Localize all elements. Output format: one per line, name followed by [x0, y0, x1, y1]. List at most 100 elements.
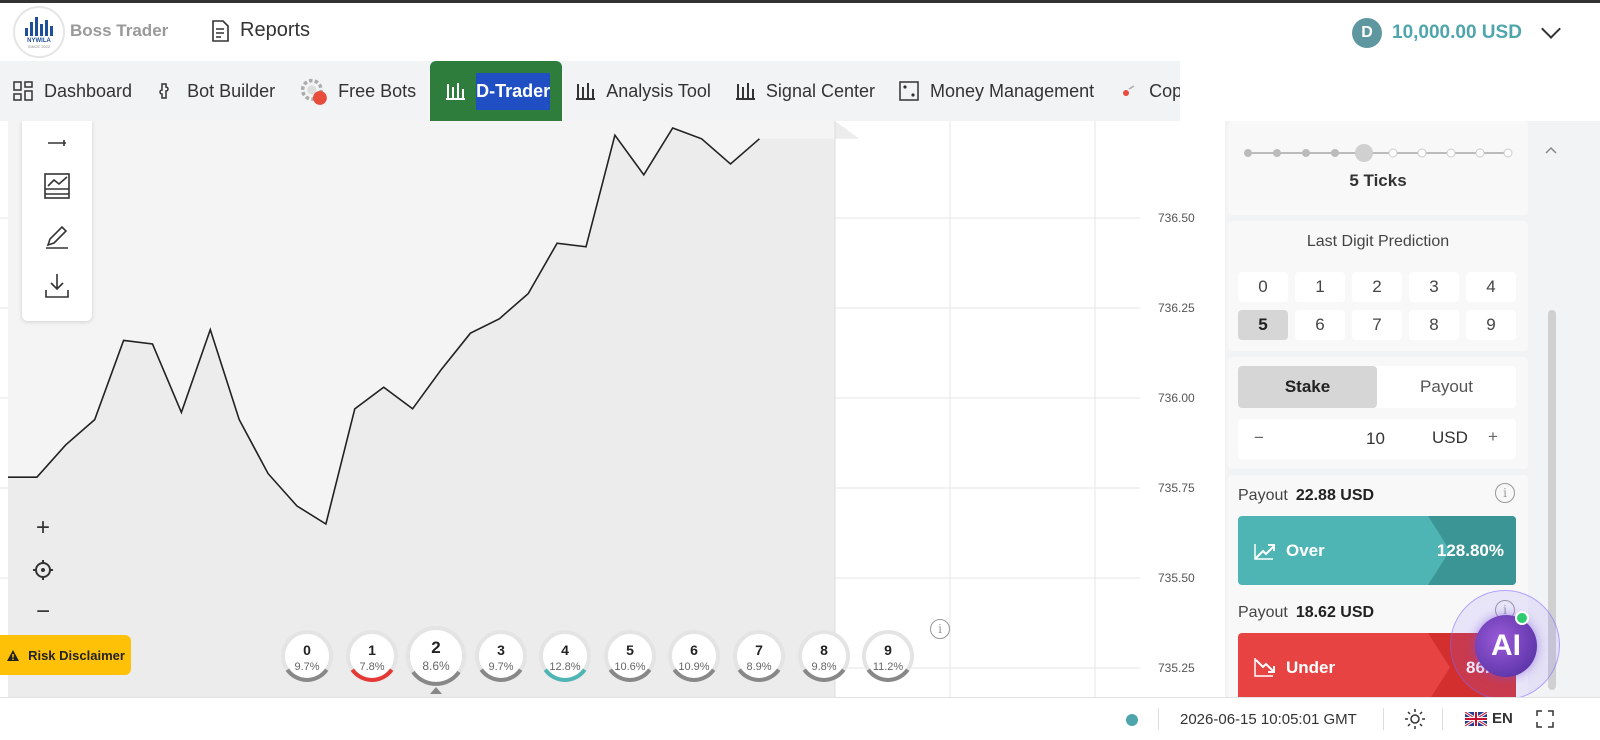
- brand-logo[interactable]: NYWILA SINCE 2022: [13, 6, 65, 58]
- connection-status-dot: [1126, 714, 1138, 726]
- digit-stat-percent: 8.6%: [422, 659, 450, 673]
- warning-icon: [7, 649, 20, 661]
- status-footer: 2026-06-15 10:05:01 GMT EN: [0, 697, 1600, 740]
- tab-analysis-tool[interactable]: Analysis Tool: [562, 61, 722, 121]
- digit-stat-percent: 9.8%: [811, 661, 836, 673]
- tab-label: Free Bots: [338, 80, 417, 101]
- account-balance-switcher[interactable]: D 10,000.00 USD: [1352, 18, 1561, 48]
- digit-stat-percent: 12.8%: [549, 661, 580, 673]
- zoom-out-button[interactable]: −: [28, 597, 58, 627]
- digit-stat-percent: 9.7%: [488, 661, 513, 673]
- server-time: 2026-06-15 10:05:01 GMT: [1180, 711, 1357, 728]
- digit-stat-digit: 7: [755, 642, 763, 658]
- under-label: Under: [1286, 658, 1336, 677]
- digit-stat-digit: 5: [626, 642, 634, 658]
- digit-stat-percent: 10.6%: [614, 661, 645, 673]
- footer-divider: [1158, 708, 1159, 730]
- zoom-in-button[interactable]: +: [28, 513, 58, 543]
- digit-button-0[interactable]: 0: [1238, 272, 1288, 302]
- reports-label: Reports: [240, 19, 311, 41]
- tab-label: Signal Center: [765, 80, 875, 101]
- digit-button-5[interactable]: 5: [1238, 310, 1288, 340]
- duration-card: 5 Ticks: [1228, 121, 1528, 215]
- price-chart[interactable]: 736.50 736.25 736.00 735.75 735.50 735.25 0 9.7…: [0, 121, 1225, 697]
- under-payout: Payout 18.62 USD: [1238, 604, 1374, 622]
- language-switcher[interactable]: EN: [1465, 710, 1513, 727]
- digit-stat-digit: 3: [497, 642, 505, 658]
- stake-increment-button[interactable]: +: [1488, 427, 1498, 447]
- stake-decrement-button[interactable]: −: [1254, 428, 1264, 448]
- document-icon: [212, 19, 229, 42]
- brand-name: Boss Trader: [70, 21, 169, 40]
- digit-button-8[interactable]: 8: [1409, 310, 1459, 340]
- tab-free-bots[interactable]: Free Bots: [286, 61, 427, 121]
- digit-button-9[interactable]: 9: [1466, 310, 1516, 340]
- tab-copy-trading[interactable]: Cop: [1105, 61, 1180, 121]
- trend-up-icon: [1254, 544, 1275, 560]
- theme-sun-icon[interactable]: [1404, 708, 1426, 730]
- digit-button-6[interactable]: 6: [1295, 310, 1345, 340]
- footer-divider: [1442, 708, 1443, 730]
- tab-d-trader[interactable]: D-Trader: [430, 61, 563, 121]
- digit-stat-digit: 6: [690, 642, 698, 658]
- payout-tab[interactable]: Payout: [1377, 366, 1516, 408]
- over-payout-label: Payout: [1238, 487, 1288, 504]
- price-chart-svg[interactable]: 736.50 736.25 736.00 735.75 735.50 735.25 0 9.7…: [0, 121, 1225, 697]
- digit-button-4[interactable]: 4: [1466, 272, 1516, 302]
- logo-bars-icon: [25, 16, 53, 36]
- digit-button-1[interactable]: 1: [1295, 272, 1345, 302]
- digit-stat-digit: 2: [431, 638, 440, 657]
- stake-input-group: − 10 USD +: [1238, 419, 1516, 459]
- chevron-down-icon[interactable]: [1541, 19, 1561, 39]
- reports-link[interactable]: Reports: [210, 19, 310, 42]
- digit-button-7[interactable]: 7: [1352, 310, 1402, 340]
- fullscreen-icon[interactable]: [1536, 710, 1554, 728]
- download-icon[interactable]: [42, 271, 72, 301]
- chart-template-icon[interactable]: [42, 171, 72, 201]
- price-axis-tick: 735.25: [1158, 661, 1195, 675]
- trend-down-icon: [1254, 658, 1275, 677]
- tab-signal-center[interactable]: Signal Center: [722, 61, 886, 121]
- stake-amount-input[interactable]: 10: [1366, 429, 1385, 449]
- balance-amount: 10,000.00 USD: [1392, 22, 1522, 43]
- price-axis-tick: 736.00: [1158, 391, 1195, 405]
- stake-tab[interactable]: Stake: [1238, 366, 1377, 408]
- risk-disclaimer-button[interactable]: Risk Disclaimer: [0, 635, 131, 675]
- duration-slider[interactable]: [1228, 133, 1528, 173]
- tab-bot-builder[interactable]: Bot Builder: [143, 61, 286, 121]
- crosshair-button[interactable]: [28, 555, 58, 585]
- tab-label: D-Trader: [476, 72, 551, 110]
- language-label: EN: [1492, 710, 1513, 727]
- digit-stat-digit: 8: [820, 642, 828, 658]
- digit-stat-percent: 8.9%: [746, 661, 771, 673]
- risk-disclaimer-label: Risk Disclaimer: [28, 647, 125, 663]
- digit-stat-percent: 10.9%: [678, 661, 709, 673]
- over-payout-value: 22.88 USD: [1295, 487, 1375, 504]
- indicator-icon[interactable]: [42, 129, 72, 149]
- logo-subtext: SINCE 2022: [27, 43, 51, 49]
- digit-stat-digit: 4: [561, 642, 569, 658]
- gear-badge-icon: [301, 78, 327, 105]
- candles-icon: [576, 83, 596, 100]
- digit-stat-digit: 9: [884, 642, 892, 658]
- scroll-up-icon[interactable]: [1545, 146, 1557, 154]
- puzzle-icon: [159, 83, 169, 99]
- digit-button-2[interactable]: 2: [1352, 272, 1402, 302]
- over-purchase-button[interactable]: Over 128.80%: [1238, 516, 1516, 585]
- chart-toolbar: [22, 121, 92, 321]
- over-info-icon[interactable]: i: [1495, 483, 1515, 503]
- drawing-tools-icon[interactable]: [42, 221, 72, 251]
- copy-trading-icon: [1123, 85, 1135, 96]
- over-label: Over: [1286, 541, 1325, 560]
- tab-money-management[interactable]: Money Management: [886, 61, 1105, 121]
- tab-dashboard[interactable]: Dashboard: [0, 61, 143, 121]
- tab-label: Analysis Tool: [606, 80, 711, 101]
- ai-assistant-button[interactable]: AI: [1450, 590, 1560, 700]
- digit-button-3[interactable]: 3: [1409, 272, 1459, 302]
- price-axis-tick: 736.25: [1158, 301, 1195, 315]
- digit-stats-info-icon[interactable]: i: [930, 619, 950, 639]
- digit-stat-percent: 9.7%: [294, 661, 319, 673]
- duration-value: 5 Ticks: [1349, 171, 1407, 190]
- tab-label: Dashboard: [44, 80, 133, 101]
- price-axis-tick: 736.50: [1158, 211, 1195, 225]
